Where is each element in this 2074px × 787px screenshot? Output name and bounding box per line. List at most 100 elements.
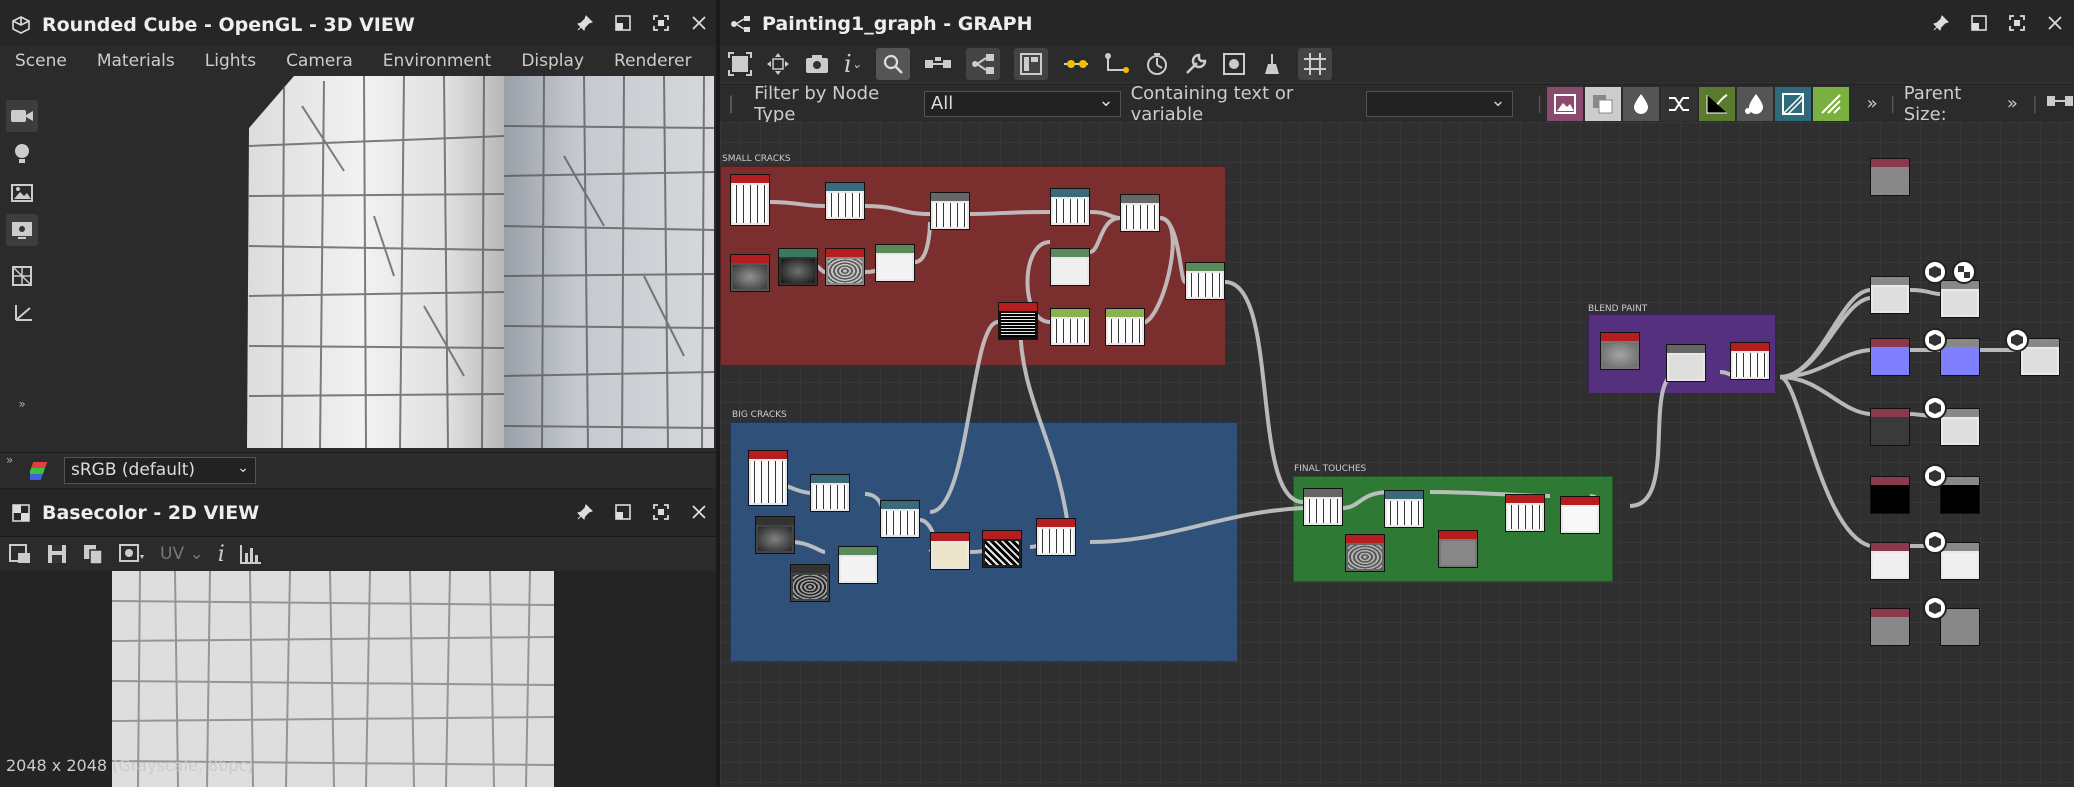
grid-snap-icon[interactable] bbox=[1297, 48, 1332, 80]
warp-filter-icon[interactable] bbox=[1774, 86, 1811, 121]
maximize-icon[interactable] bbox=[650, 501, 672, 523]
output-node[interactable] bbox=[1940, 280, 1980, 318]
broom-icon[interactable] bbox=[1260, 52, 1284, 76]
wrench-icon[interactable] bbox=[1184, 52, 1208, 76]
light-icon[interactable] bbox=[6, 138, 38, 170]
graph-node[interactable] bbox=[1120, 194, 1160, 232]
more-icon[interactable]: » bbox=[2007, 93, 2018, 114]
pin-icon[interactable] bbox=[1930, 12, 1952, 34]
graph-node[interactable] bbox=[1050, 188, 1090, 226]
copy-icon[interactable] bbox=[82, 543, 104, 565]
graph-node[interactable] bbox=[730, 174, 770, 226]
graph-node[interactable] bbox=[1185, 262, 1225, 300]
graph-node[interactable] bbox=[930, 532, 970, 570]
dot-connect-icon[interactable] bbox=[1062, 53, 1090, 75]
graph-node[interactable] bbox=[1105, 308, 1145, 346]
close-icon[interactable] bbox=[688, 12, 710, 34]
info-icon[interactable]: i bbox=[218, 542, 225, 567]
float-icon[interactable] bbox=[612, 12, 634, 34]
drip-filter-icon[interactable] bbox=[1736, 86, 1773, 121]
graph-node[interactable] bbox=[880, 500, 920, 538]
colorspace-icon[interactable] bbox=[26, 460, 58, 486]
graph-node[interactable] bbox=[982, 530, 1022, 568]
output-node[interactable] bbox=[1940, 542, 1980, 580]
environment-icon[interactable] bbox=[6, 176, 38, 208]
random-filter-icon[interactable] bbox=[1660, 86, 1697, 121]
elbow-link-icon[interactable] bbox=[1104, 52, 1130, 76]
graph-node[interactable] bbox=[1730, 342, 1770, 380]
pin-icon[interactable] bbox=[574, 12, 596, 34]
info-icon[interactable]: i ⌄ bbox=[844, 50, 862, 78]
output-node[interactable] bbox=[1870, 542, 1910, 580]
output-node[interactable] bbox=[1870, 476, 1910, 514]
menu-scene[interactable]: Scene bbox=[0, 51, 82, 71]
more-icon[interactable]: » bbox=[1867, 93, 1878, 114]
3d-viewport[interactable] bbox=[44, 76, 714, 448]
maximize-icon[interactable] bbox=[2006, 12, 2028, 34]
2d-viewport[interactable]: 2048 x 2048 (Grayscale, 8bpc) bbox=[0, 571, 718, 787]
graph-node[interactable] bbox=[1050, 308, 1090, 346]
colorspace-select[interactable]: sRGB (default) ⌄ bbox=[64, 457, 256, 484]
expand-more-icon[interactable]: » bbox=[6, 388, 38, 420]
color-filter-icon[interactable] bbox=[1622, 86, 1659, 121]
graph-node[interactable] bbox=[790, 564, 830, 602]
graph-node[interactable] bbox=[748, 450, 788, 506]
graph-node[interactable] bbox=[838, 546, 878, 584]
graph-node[interactable] bbox=[755, 516, 795, 554]
pan-icon[interactable] bbox=[766, 52, 790, 76]
graph-node[interactable] bbox=[825, 248, 865, 286]
graph-canvas[interactable]: SMALL CRACKS BIG CRACKS FINAL TOUCHES BL… bbox=[720, 122, 2074, 787]
output-node[interactable] bbox=[1940, 608, 1980, 646]
histogram-icon[interactable] bbox=[239, 543, 263, 565]
graph-node[interactable] bbox=[930, 192, 970, 230]
containing-input[interactable]: ⌄ bbox=[1365, 90, 1513, 117]
graph-node[interactable] bbox=[1345, 534, 1385, 572]
float-icon[interactable] bbox=[612, 501, 634, 523]
output-node[interactable] bbox=[1940, 476, 1980, 514]
menu-materials[interactable]: Materials bbox=[82, 51, 190, 71]
preview-icon[interactable] bbox=[1222, 52, 1246, 76]
output-node[interactable] bbox=[1870, 276, 1910, 314]
view-settings-icon[interactable] bbox=[118, 543, 146, 565]
frame-icon[interactable] bbox=[1013, 48, 1048, 80]
save-icon[interactable] bbox=[46, 543, 68, 565]
expand-icon[interactable]: » bbox=[6, 453, 13, 467]
graph-node[interactable] bbox=[1438, 530, 1478, 568]
screenshot-icon[interactable] bbox=[804, 53, 830, 75]
wireframe-icon[interactable] bbox=[6, 260, 38, 292]
graph-node[interactable] bbox=[1036, 518, 1076, 556]
output-node[interactable] bbox=[1870, 338, 1910, 376]
axis-icon[interactable] bbox=[6, 298, 38, 330]
output-node[interactable] bbox=[1870, 408, 1910, 446]
graph-node[interactable] bbox=[1303, 488, 1343, 526]
output-node[interactable] bbox=[1870, 158, 1910, 196]
curve-filter-icon[interactable] bbox=[1698, 86, 1735, 121]
float-icon[interactable] bbox=[1968, 12, 1990, 34]
gradient-filter-icon[interactable] bbox=[1812, 86, 1849, 121]
display-icon[interactable] bbox=[6, 214, 38, 246]
search-icon[interactable] bbox=[875, 48, 910, 80]
graph-node[interactable] bbox=[730, 254, 770, 292]
close-icon[interactable] bbox=[688, 501, 710, 523]
menu-environment[interactable]: Environment bbox=[368, 51, 507, 71]
frame-all-icon[interactable] bbox=[728, 52, 752, 76]
link-icon[interactable] bbox=[924, 53, 952, 75]
output-node[interactable] bbox=[1870, 608, 1910, 646]
graph-node[interactable] bbox=[778, 248, 818, 286]
graph-node[interactable] bbox=[1666, 344, 1706, 382]
close-icon[interactable] bbox=[2044, 12, 2066, 34]
graph-node[interactable] bbox=[1560, 496, 1600, 534]
maximize-icon[interactable] bbox=[650, 12, 672, 34]
graph-node[interactable] bbox=[810, 474, 850, 512]
menu-camera[interactable]: Camera bbox=[271, 51, 368, 71]
connector-icon[interactable] bbox=[2046, 91, 2074, 116]
timer-icon[interactable] bbox=[1144, 52, 1170, 76]
output-node[interactable] bbox=[1940, 408, 1980, 446]
menu-display[interactable]: Display bbox=[506, 51, 599, 71]
graph-node[interactable] bbox=[875, 244, 915, 282]
panel-divider[interactable] bbox=[716, 0, 720, 787]
hierarchy-icon[interactable] bbox=[965, 48, 1000, 80]
uv-toggle[interactable]: UV ⌄ bbox=[160, 544, 204, 564]
svg-filter-icon[interactable] bbox=[1584, 86, 1621, 121]
graph-node[interactable] bbox=[1505, 494, 1545, 532]
